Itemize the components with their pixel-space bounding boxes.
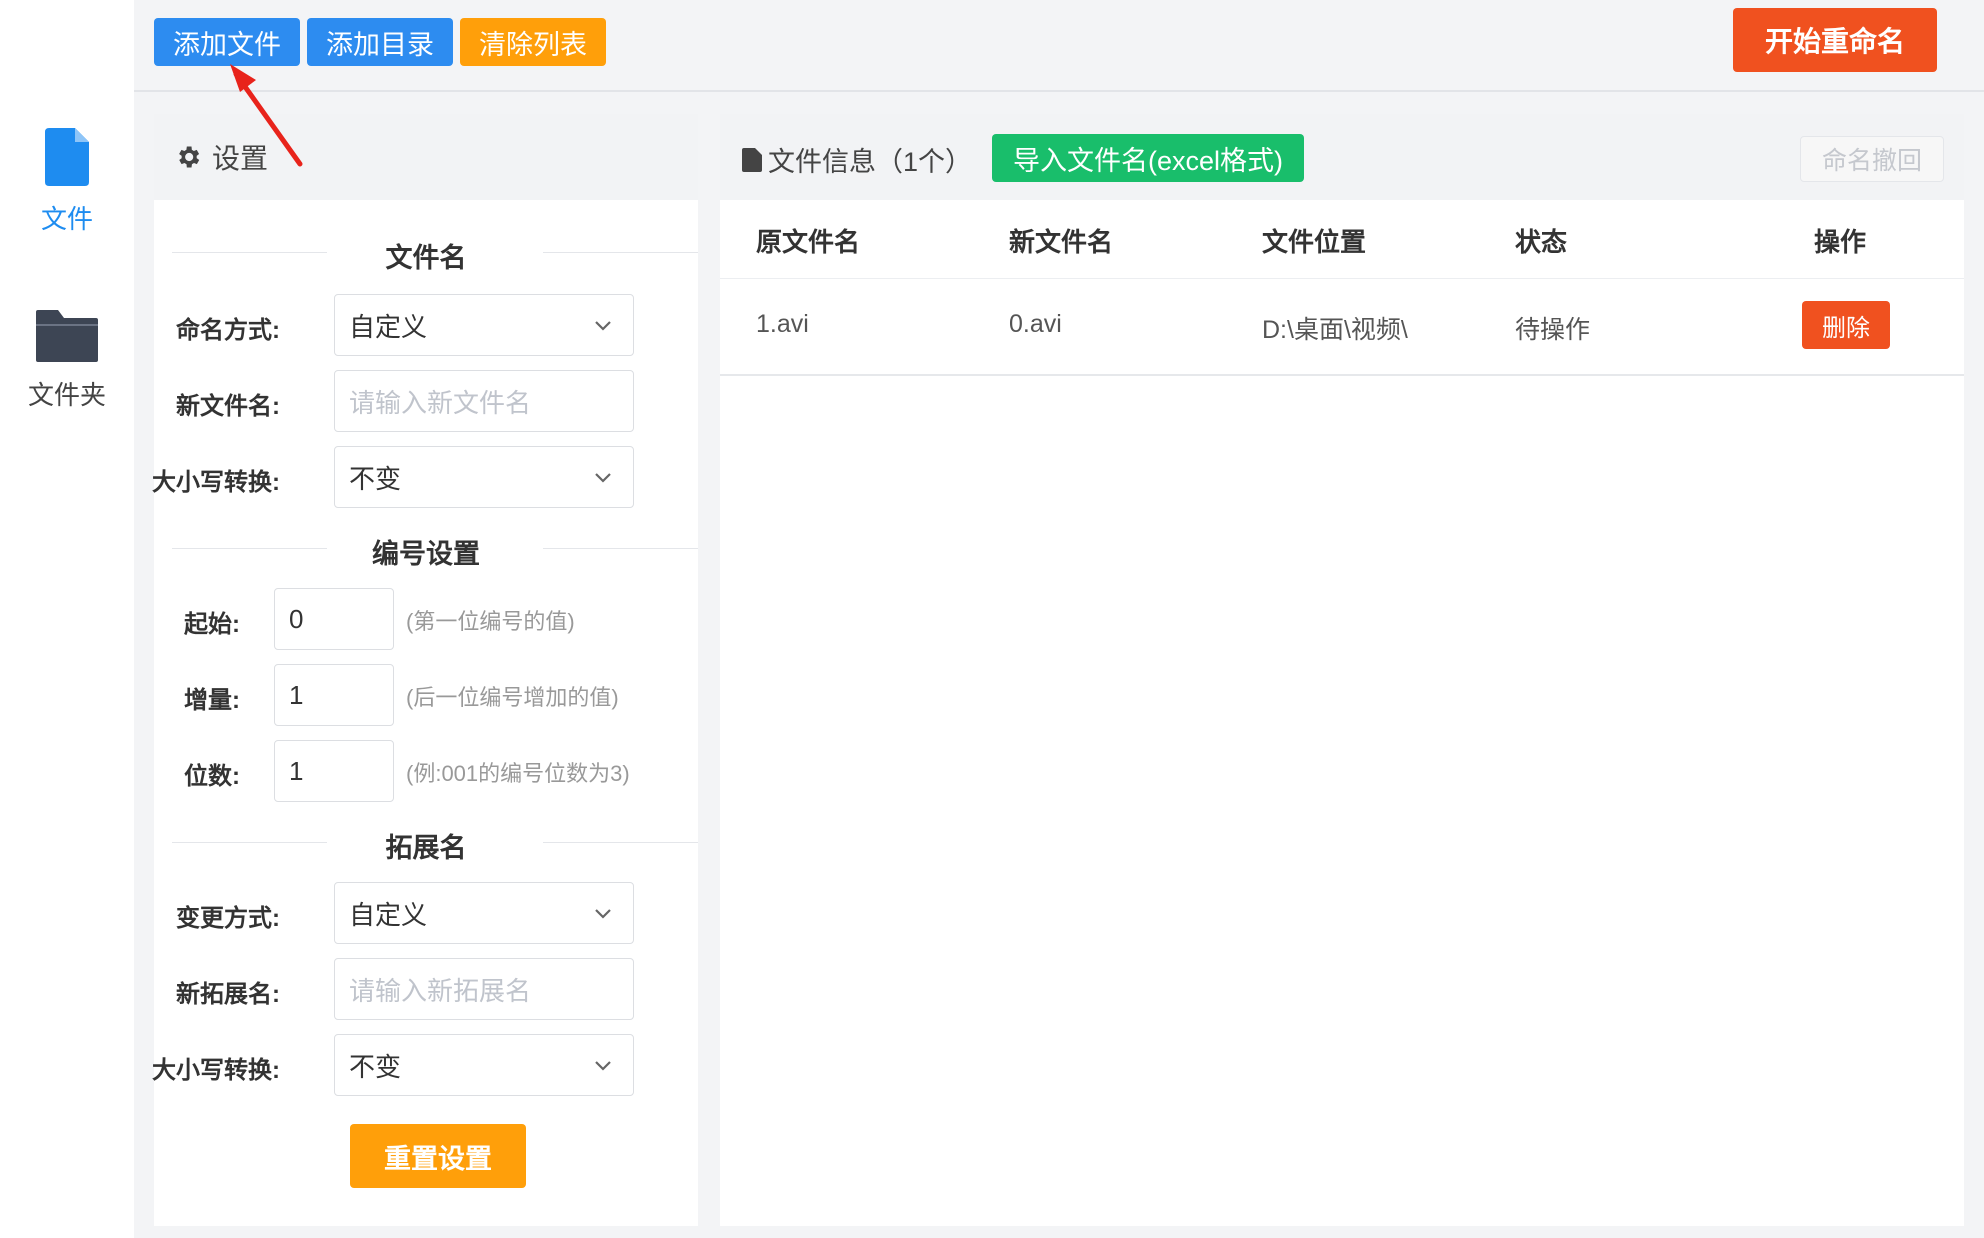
extension-mode-select[interactable]: 自定义 bbox=[334, 882, 634, 944]
file-icon bbox=[45, 128, 89, 186]
import-excel-button[interactable]: 导入文件名(excel格式) bbox=[992, 134, 1304, 182]
cell-new-name: 0.avi bbox=[1009, 310, 1062, 338]
new-filename-input[interactable]: 请输入新文件名 bbox=[334, 370, 634, 432]
add-directory-button[interactable]: 添加目录 bbox=[307, 18, 453, 66]
column-header-status: 状态 bbox=[1515, 227, 1568, 257]
start-number-input[interactable]: 0 bbox=[274, 588, 394, 650]
divider bbox=[720, 278, 1964, 279]
filename-section-title: 文件名 bbox=[154, 232, 698, 273]
start-rename-button[interactable]: 开始重命名 bbox=[1733, 8, 1937, 72]
column-header-new: 新文件名 bbox=[1009, 227, 1114, 257]
gear-icon bbox=[179, 146, 200, 168]
delete-row-button[interactable]: 删除 bbox=[1802, 301, 1890, 349]
nav-item-folder-label: 文件夹 bbox=[27, 380, 106, 410]
document-icon bbox=[742, 147, 762, 172]
start-label: 起始: bbox=[184, 611, 240, 638]
settings-panel: 设置 文件名 命名方式: 自定义 新文件名: 请输入新文件名 大小写转换: 不变 bbox=[152, 114, 698, 1226]
start-hint: (第一位编号的值) bbox=[406, 609, 575, 634]
chevron-down-icon bbox=[595, 321, 611, 331]
file-info-title-text: 文件信息（1个） bbox=[768, 147, 973, 177]
main-area: 添加文件 添加目录 清除列表 开始重命名 设置 文件名 命名方式: 自定义 新文… bbox=[134, 0, 1984, 1238]
digits-input[interactable]: 1 bbox=[274, 740, 394, 802]
new-extension-label: 新拓展名: bbox=[176, 981, 280, 1008]
file-info-panel: 文件信息（1个） 导入文件名(excel格式) 命名撤回 原文件名 新文件名 文… bbox=[720, 114, 1964, 1226]
naming-mode-value: 自定义 bbox=[349, 311, 428, 342]
numbering-section-title: 编号设置 bbox=[154, 528, 698, 569]
app-window: 文件 文件夹 添加文件 添加目录 清除列表 开始重命名 设置 文件名 命名方式:… bbox=[0, 0, 1984, 1238]
increment-hint: (后一位编号增加的值) bbox=[406, 685, 619, 710]
increment-input[interactable]: 1 bbox=[274, 664, 394, 726]
new-filename-label: 新文件名: bbox=[176, 393, 280, 420]
column-header-original: 原文件名 bbox=[756, 227, 861, 257]
add-file-button[interactable]: 添加文件 bbox=[154, 18, 300, 66]
nav-item-file[interactable]: 文件 bbox=[0, 128, 134, 236]
nav-item-folder[interactable]: 文件夹 bbox=[0, 310, 134, 412]
file-info-title: 文件信息（1个） bbox=[742, 140, 972, 179]
extension-case-label: 大小写转换: bbox=[152, 1057, 280, 1084]
extension-section-title: 拓展名 bbox=[154, 822, 698, 863]
settings-header: 设置 bbox=[154, 114, 698, 200]
case-conversion-label: 大小写转换: bbox=[152, 469, 280, 496]
extension-section-label: 拓展名 bbox=[385, 833, 467, 863]
folder-icon bbox=[36, 310, 98, 362]
file-info-header: 文件信息（1个） 导入文件名(excel格式) 命名撤回 bbox=[720, 114, 1964, 200]
clear-list-button[interactable]: 清除列表 bbox=[460, 18, 606, 66]
column-header-location: 文件位置 bbox=[1262, 227, 1367, 257]
reset-settings-button[interactable]: 重置设置 bbox=[350, 1124, 526, 1188]
cell-status: 待操作 bbox=[1515, 316, 1591, 344]
case-conversion-value: 不变 bbox=[349, 463, 402, 494]
chevron-down-icon bbox=[595, 473, 611, 483]
increment-label: 增量: bbox=[184, 687, 240, 714]
column-header-action: 操作 bbox=[1814, 227, 1867, 257]
cell-original-name: 1.avi bbox=[756, 310, 809, 338]
cell-location: D:\桌面\视频\ bbox=[1262, 316, 1408, 344]
chevron-down-icon bbox=[595, 909, 611, 919]
divider bbox=[720, 374, 1964, 376]
extension-mode-value: 自定义 bbox=[349, 899, 428, 930]
extension-mode-label: 变更方式: bbox=[176, 905, 280, 932]
settings-title: 设置 bbox=[212, 143, 269, 174]
toolbar: 添加文件 添加目录 清除列表 开始重命名 bbox=[134, 0, 1984, 92]
nav-item-file-label: 文件 bbox=[40, 204, 93, 234]
extension-case-value: 不变 bbox=[349, 1051, 402, 1082]
filename-section-label: 文件名 bbox=[385, 243, 467, 273]
digits-label: 位数: bbox=[184, 763, 240, 790]
numbering-section-label: 编号设置 bbox=[372, 539, 480, 569]
naming-mode-label: 命名方式: bbox=[176, 317, 280, 344]
new-extension-input[interactable]: 请输入新拓展名 bbox=[334, 958, 634, 1020]
naming-mode-select[interactable]: 自定义 bbox=[334, 294, 634, 356]
undo-rename-button[interactable]: 命名撤回 bbox=[1800, 136, 1944, 182]
chevron-down-icon bbox=[595, 1061, 611, 1071]
digits-hint: (例:001的编号位数为3) bbox=[406, 761, 630, 786]
extension-case-select[interactable]: 不变 bbox=[334, 1034, 634, 1096]
case-conversion-select[interactable]: 不变 bbox=[334, 446, 634, 508]
